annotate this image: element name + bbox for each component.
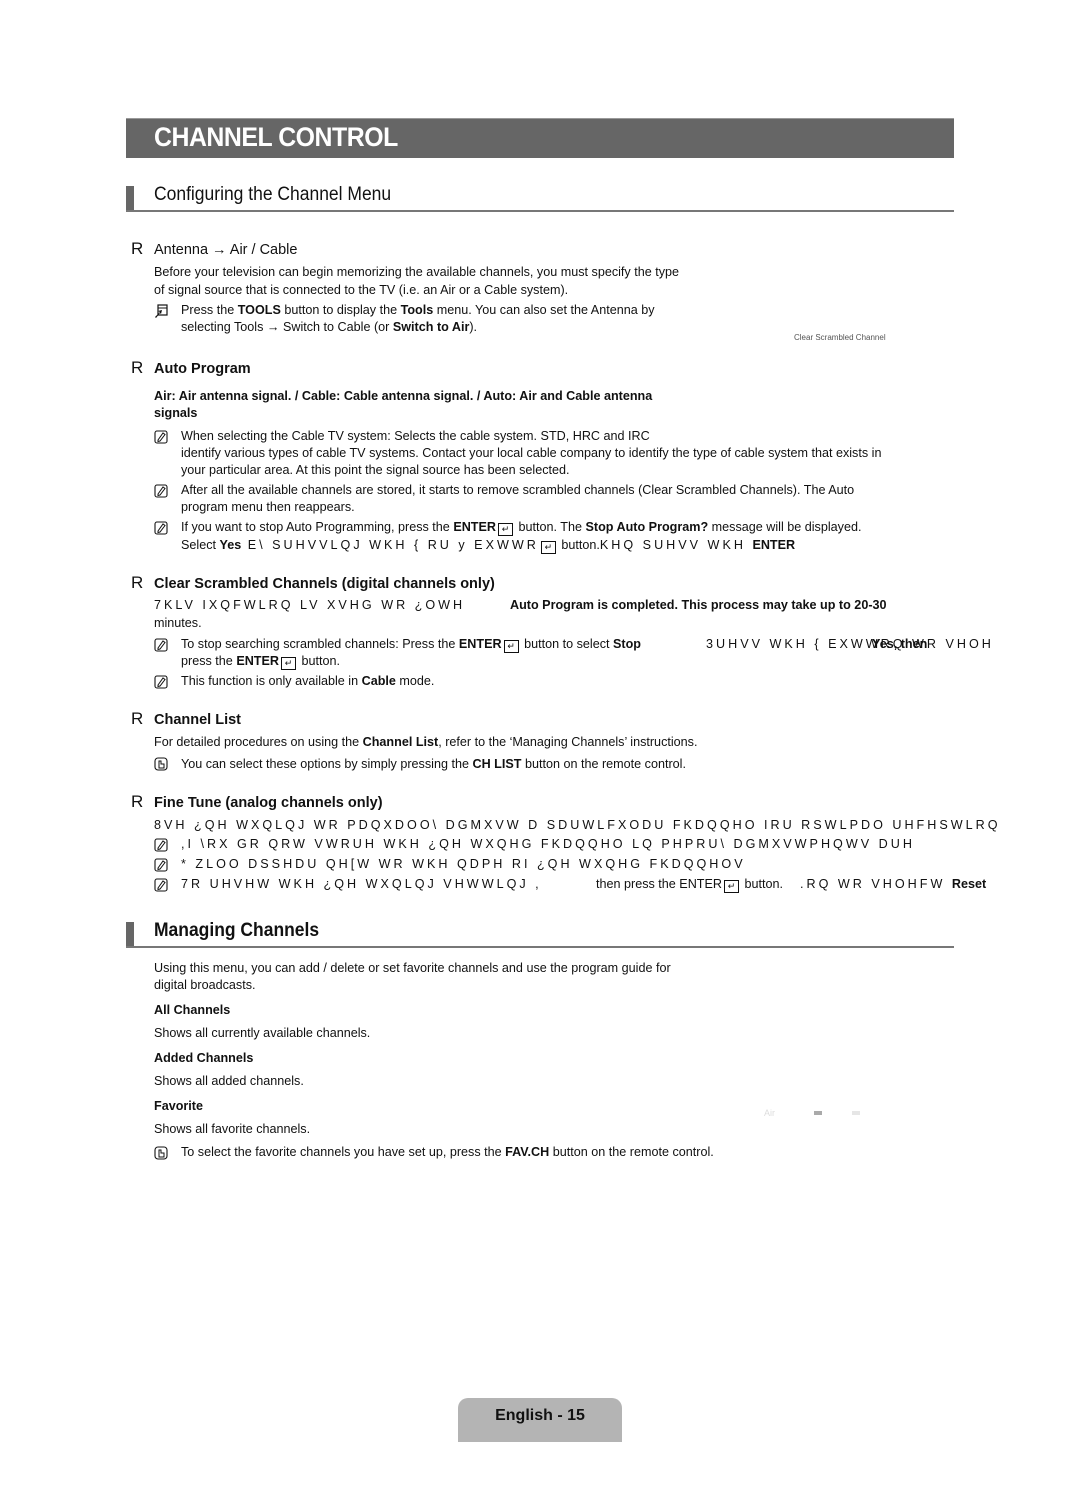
clear-scrambled-desc-line2: minutes. (154, 616, 202, 630)
section-heading-managing: Managing Channels (126, 920, 954, 948)
auto-note3-line1: If you want to stop Auto Programming, pr… (181, 520, 862, 536)
channel-list-note: You can select these options by simply p… (181, 757, 686, 771)
clear-note1-line1: To stop searching scrambled channels: Pr… (181, 637, 641, 653)
section-title: Managing Channels (154, 920, 320, 941)
all-channels-desc: Shows all currently available channels. (154, 1026, 371, 1040)
clear-scrambled-desc-overlay: Auto Program is completed. This process … (510, 598, 887, 612)
ghost-label-air: Air (764, 1108, 775, 1118)
page-title: CHANNEL CONTROL (154, 122, 398, 152)
clear-note1-garbled: 3UHVV WKH { EXWWRQ WR VHOH (706, 637, 994, 651)
added-channels-desc: Shows all added channels. (154, 1074, 304, 1088)
ghost-label-clear-scrambled: Clear Scrambled Channel (794, 333, 886, 342)
tools-icon (155, 304, 168, 318)
auto-note1-line2: identify various types of cable TV syste… (181, 446, 882, 460)
enter-icon: ↵ (724, 880, 739, 893)
bullet-icon: R (131, 792, 144, 811)
auto-program-label: Auto Program (154, 361, 251, 377)
auto-program-heading: R Auto Program (131, 358, 251, 378)
enter-icon: ↵ (498, 523, 513, 536)
note-icon (154, 521, 168, 535)
note-icon (154, 484, 168, 498)
auto-note2-line2: program menu then reappears. (181, 500, 355, 514)
auto-note1-line1: When selecting the Cable TV system: Sele… (181, 429, 650, 443)
clear-note2-line1: This function is only available in Cable… (181, 674, 435, 688)
fine-tune-note2: * ZLOO DSSHDU QH[W WR WKH QDPH RI ¿QH WX… (181, 857, 746, 871)
auto-note3-line2: Select Yes E\ SUHVVLQJ WKH { RU y EXWWR ↵… (181, 538, 796, 554)
fine-tune-desc-garbled: 8VH ¿QH WXQLQJ WR PDQXDOO\ DGMXVW D SDUW… (154, 818, 1001, 832)
clear-scrambled-label: Clear Scrambled Channels (digital channe… (154, 576, 495, 592)
clear-scrambled-desc-garbled: 7KLV IXQFWLRQ LV XVHG WR ¿OWH (154, 598, 466, 612)
tools-note-line2: selecting Tools → Switch to Cable (or Sw… (181, 320, 478, 334)
favorite-title: Favorite (154, 1099, 203, 1113)
antenna-desc-line2: of signal source that is connected to th… (154, 283, 569, 297)
channel-list-desc: For detailed procedures on using the Cha… (154, 735, 698, 749)
enter-icon: ↵ (281, 657, 296, 670)
page-number: English - 15 (495, 1407, 585, 1424)
channel-list-label: Channel List (154, 712, 242, 728)
auto-program-modes-line1: Air: Air antenna signal. / Cable: Cable … (154, 389, 653, 403)
managing-intro-line2: digital broadcasts. (154, 978, 256, 992)
remote-icon (154, 757, 168, 771)
note-icon (154, 838, 168, 852)
remote-icon (154, 1146, 168, 1160)
note-icon (154, 638, 168, 652)
fine-tune-note3-overlay: then press the ENTER ↵ button. (596, 877, 784, 893)
bullet-icon: R (131, 709, 144, 728)
channel-list-heading: R Channel List (131, 709, 241, 729)
enter-icon: ↵ (540, 541, 556, 554)
clear-scrambled-heading: R Clear Scrambled Channels (digital chann… (131, 573, 495, 593)
antenna-desc-line1: Before your television can begin memoriz… (154, 265, 680, 279)
auto-note1-line3: your particular area. At this point the … (181, 463, 570, 477)
favorite-note: To select the favorite channels you have… (181, 1145, 714, 1159)
ghost-indicator (814, 1111, 822, 1115)
clear-note1-line2: press the ENTER ↵ button. (181, 654, 341, 670)
section-marker (126, 922, 134, 946)
fine-tune-note1: ,I \RX GR QRW VWRUH WKH ¿QH WXQHG FKDQQH… (181, 837, 915, 851)
antenna-label: Antenna → Air / Cable (154, 242, 298, 258)
note-icon (154, 878, 168, 892)
section-marker (126, 186, 134, 210)
bullet-icon: R (131, 573, 144, 592)
fine-tune-note3-garbled-a: 7R UHVHW WKH ¿QH WXQLQJ VHWWLQJ , (181, 877, 542, 891)
section-heading-configuring: Configuring the Channel Menu (126, 184, 954, 212)
fine-tune-label: Fine Tune (analog channels only) (154, 795, 383, 811)
note-icon (154, 675, 168, 689)
page-title-bar: CHANNEL CONTROL (126, 118, 954, 158)
enter-icon: ↵ (503, 640, 519, 653)
bullet-icon: R (131, 358, 144, 377)
antenna-heading: R Antenna → Air / Cable (131, 239, 297, 259)
ghost-indicator (852, 1111, 860, 1115)
clear-note1-overlay: Yes, then (872, 637, 928, 651)
section-title: Configuring the Channel Menu (154, 184, 392, 205)
all-channels-title: All Channels (154, 1003, 231, 1017)
page-footer-tab: English - 15 (458, 1398, 622, 1442)
fine-tune-heading: R Fine Tune (analog channels only) (131, 792, 383, 812)
fine-tune-note3-tail: .RQ WR VHOHFW Reset (800, 877, 987, 891)
note-icon (154, 430, 168, 444)
favorite-desc: Shows all favorite channels. (154, 1122, 311, 1136)
auto-note2-line1: After all the available channels are sto… (181, 483, 855, 497)
managing-intro-line1: Using this menu, you can add / delete or… (154, 961, 671, 975)
bullet-icon: R (131, 239, 144, 258)
auto-program-modes-line2: signals (154, 406, 198, 420)
note-icon (154, 858, 168, 872)
tools-note-line1: Press the TOOLS button to display the To… (181, 303, 655, 317)
added-channels-title: Added Channels (154, 1051, 254, 1065)
